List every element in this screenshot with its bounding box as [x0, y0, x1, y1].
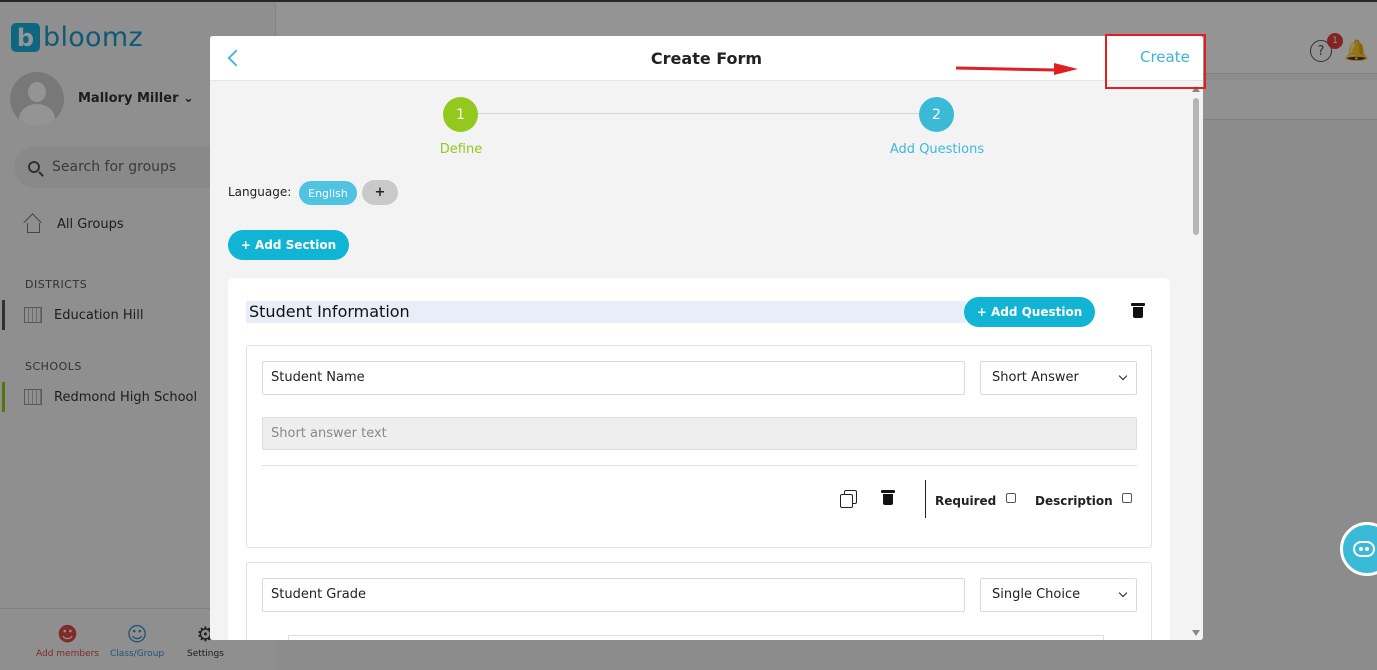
description-checkbox[interactable]: [1122, 493, 1132, 503]
create-form-modal: Create Form Create 1 Define 2 Add Questi…: [210, 36, 1203, 640]
required-checkbox[interactable]: [1006, 493, 1016, 503]
language-label: Language:: [228, 185, 292, 199]
chevron-down-icon: [1118, 371, 1128, 381]
annotation-highlight-box: [1105, 34, 1206, 89]
delete-question-icon[interactable]: [881, 490, 895, 506]
section-title-input[interactable]: Student Information: [246, 301, 966, 323]
scroll-thumb[interactable]: [1193, 98, 1199, 235]
step-2-label[interactable]: Add Questions: [857, 142, 1017, 157]
description-label: Description: [1035, 494, 1113, 508]
section-card: Student Information + Add Question Stude…: [228, 278, 1170, 640]
modal-scrollbar[interactable]: [1190, 84, 1203, 640]
question-type-select[interactable]: Single Choice: [980, 578, 1137, 612]
question-type-select[interactable]: Short Answer: [980, 361, 1137, 395]
annotation-arrow-icon: [956, 63, 1078, 75]
step-2-circle[interactable]: 2: [919, 97, 954, 132]
step-1-label[interactable]: Define: [381, 142, 541, 157]
short-answer-preview: Short answer text: [262, 417, 1137, 450]
question-divider: [262, 465, 1137, 466]
add-section-button[interactable]: + Add Section: [228, 230, 349, 260]
robot-icon: [1353, 541, 1375, 557]
add-question-button[interactable]: + Add Question: [964, 297, 1095, 327]
stepper-line: [460, 113, 938, 114]
question-card: Student Name Short Answer Short answer t…: [246, 345, 1152, 548]
question-text-input[interactable]: Student Grade: [262, 578, 965, 612]
chevron-down-icon: [1118, 588, 1128, 598]
duplicate-icon[interactable]: [840, 490, 857, 508]
choice-options-box: [288, 635, 1104, 640]
delete-section-icon[interactable]: [1131, 303, 1145, 319]
language-english-chip[interactable]: English: [299, 181, 357, 205]
scroll-down-arrow-icon[interactable]: [1192, 630, 1200, 636]
add-language-button[interactable]: +: [362, 180, 398, 205]
question-card: Student Grade Single Choice: [246, 562, 1152, 640]
required-label: Required: [935, 494, 997, 508]
question-text-input[interactable]: Student Name: [262, 361, 965, 395]
options-separator: [925, 480, 926, 518]
step-1-circle[interactable]: 1: [443, 97, 478, 132]
